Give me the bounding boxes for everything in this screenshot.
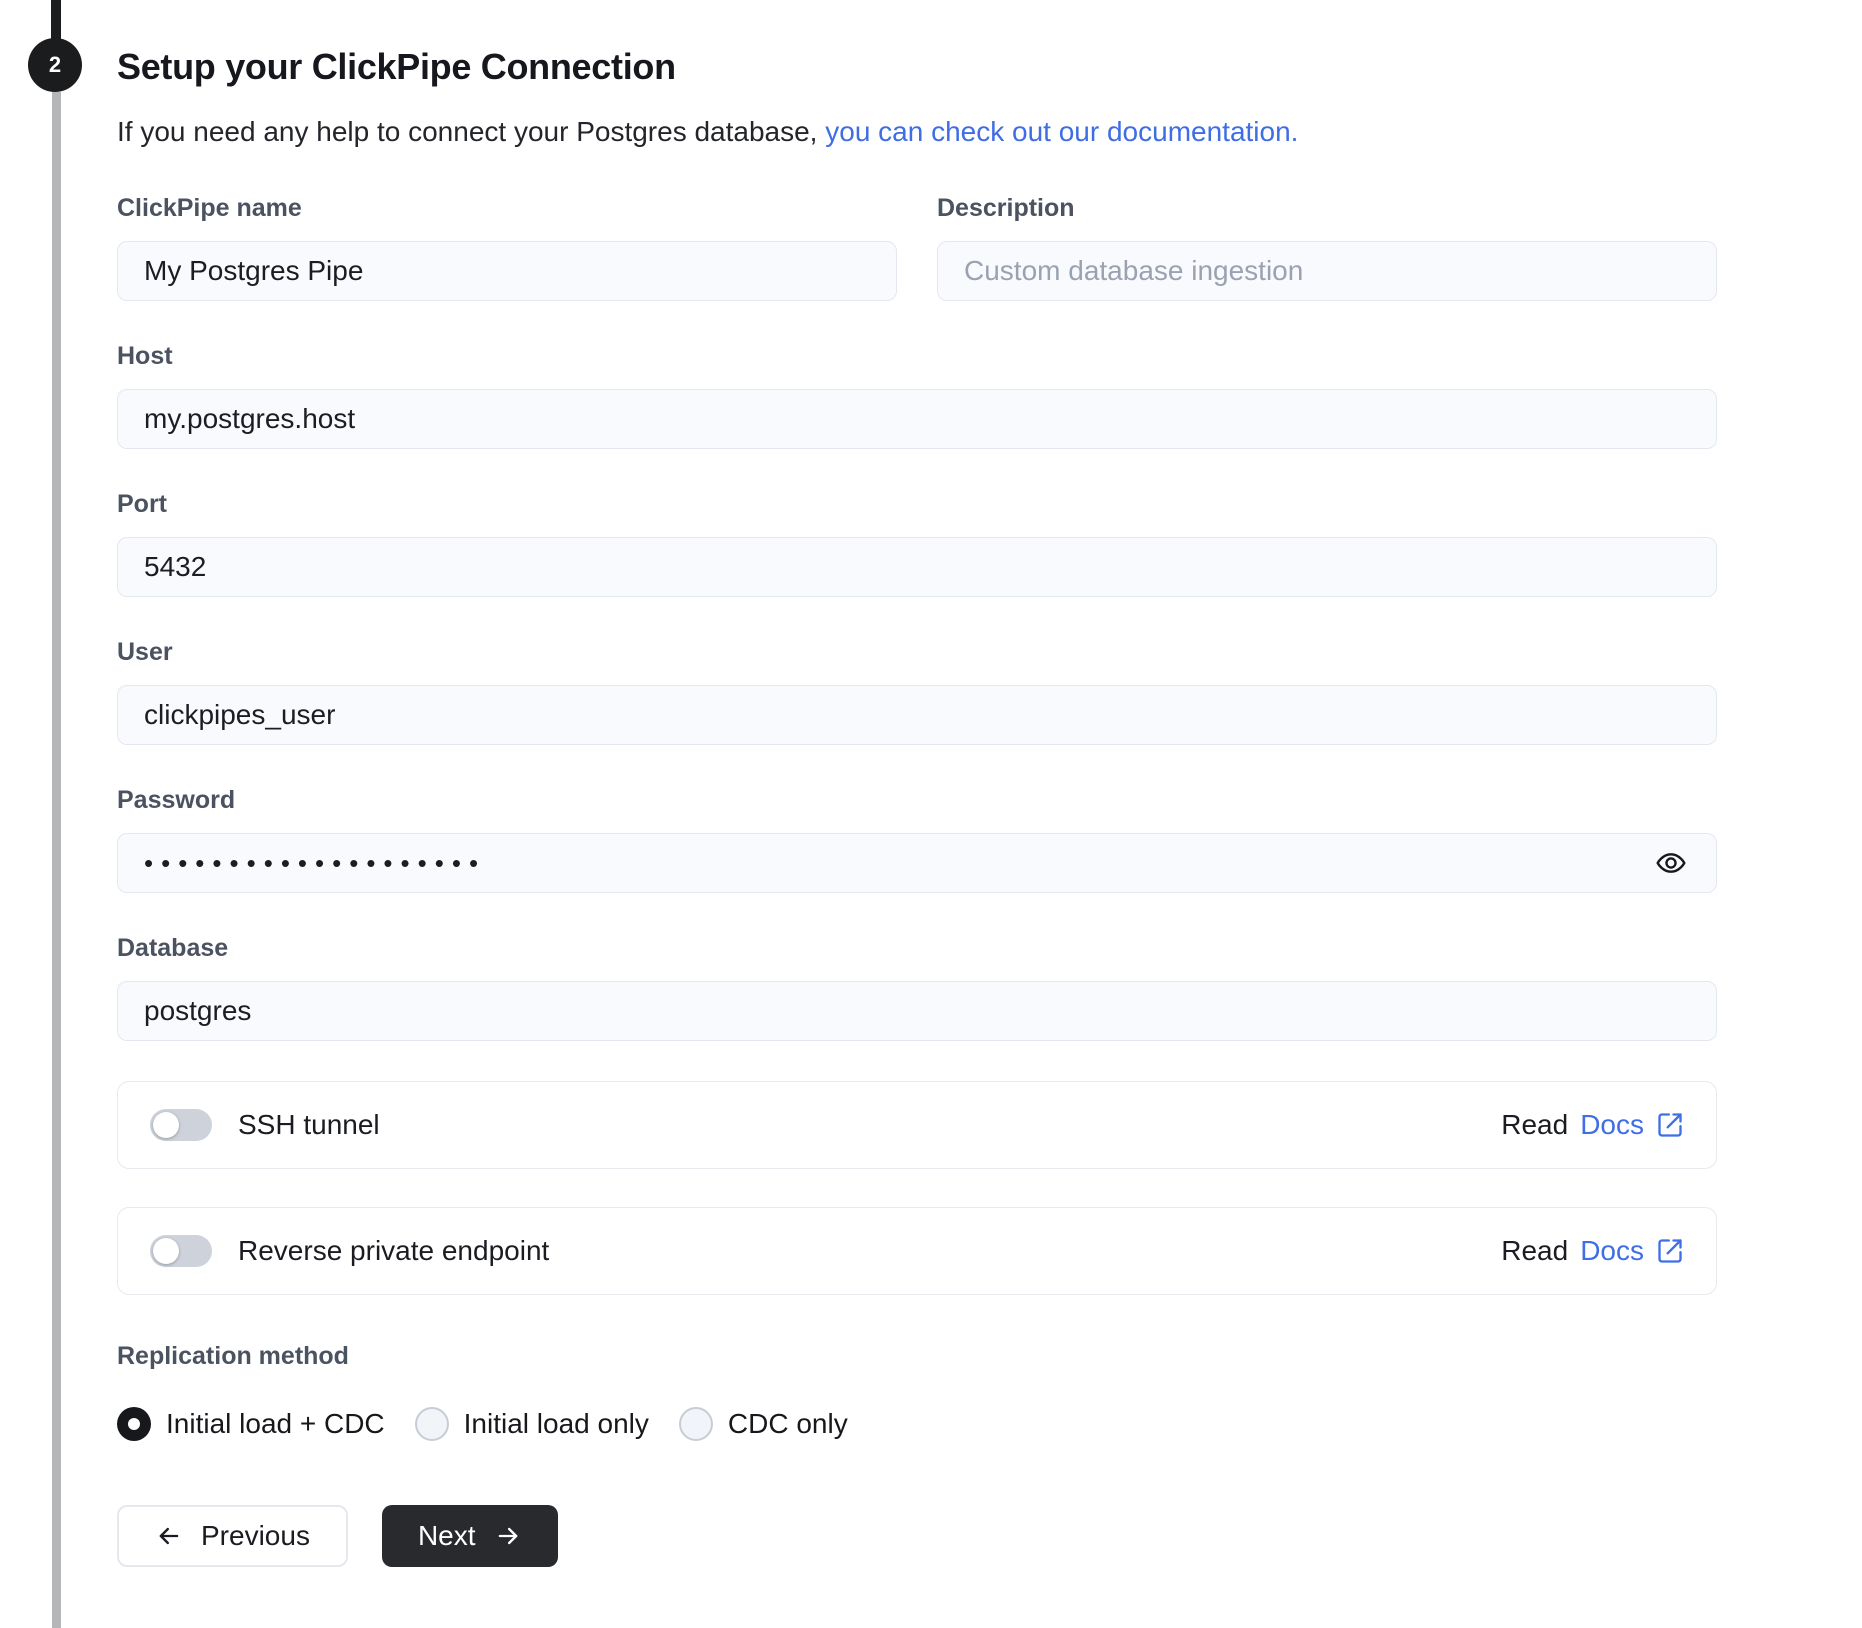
replication-method-options: Initial load + CDC Initial load only CDC… [117, 1407, 1717, 1441]
rpe-docs-link[interactable]: Docs [1580, 1235, 1644, 1267]
ssh-tunnel-row: SSH tunnel Read Docs [117, 1081, 1717, 1169]
password-group: Password [117, 785, 1717, 893]
step-2-badge: 2 [28, 38, 82, 92]
form-actions: Previous Next [117, 1505, 1717, 1567]
database-group: Database [117, 933, 1717, 1041]
toggle-knob [153, 1238, 179, 1264]
documentation-link[interactable]: you can check out our documentation. [825, 116, 1298, 147]
database-label: Database [117, 934, 229, 962]
arrow-left-icon [159, 1527, 179, 1545]
password-input[interactable] [117, 833, 1717, 893]
radio-label: CDC only [727, 1408, 848, 1439]
stepper-line-bottom [52, 92, 61, 1628]
host-group: Host [117, 341, 1717, 449]
radio-initial-load-cdc[interactable]: Initial load + CDC [117, 1407, 385, 1441]
toggle-knob [153, 1112, 179, 1138]
ssh-read-text: Read [1501, 1109, 1569, 1140]
password-label: Password [117, 786, 236, 814]
user-group: User [117, 637, 1717, 745]
show-password-button[interactable] [1649, 841, 1693, 885]
radio-label: Initial load only [463, 1408, 649, 1439]
host-input[interactable] [117, 389, 1717, 449]
ssh-docs-link[interactable]: Docs [1580, 1109, 1644, 1141]
next-button[interactable]: Next [381, 1505, 558, 1567]
external-link-icon[interactable] [1656, 1237, 1684, 1265]
user-input[interactable] [117, 685, 1717, 745]
reverse-private-endpoint-label: Reverse private endpoint [238, 1235, 550, 1266]
previous-button-label: Previous [201, 1520, 310, 1551]
clickpipe-connection-panel: Setup your ClickPipe Connection If you n… [117, 45, 1717, 1567]
external-link-icon[interactable] [1656, 1111, 1684, 1139]
ssh-tunnel-toggle[interactable] [150, 1109, 212, 1141]
port-label: Port [117, 490, 167, 518]
host-label: Host [117, 342, 173, 370]
clickpipe-name-input[interactable] [117, 241, 897, 301]
rpe-read-text: Read [1501, 1235, 1569, 1266]
port-input[interactable] [117, 537, 1717, 597]
previous-button[interactable]: Previous [117, 1505, 348, 1567]
arrow-right-icon [498, 1527, 517, 1545]
description-input[interactable] [937, 241, 1717, 301]
user-label: User [117, 638, 173, 666]
page-title: Setup your ClickPipe Connection [117, 46, 676, 87]
ssh-tunnel-label: SSH tunnel [238, 1109, 380, 1140]
clickpipe-name-group: ClickPipe name [117, 193, 897, 301]
radio-selected-icon[interactable] [117, 1407, 151, 1441]
next-button-label: Next [417, 1520, 476, 1551]
reverse-private-endpoint-row: Reverse private endpoint Read Docs [117, 1207, 1717, 1295]
port-group: Port [117, 489, 1717, 597]
help-text-plain: If you need any help to connect your Pos… [117, 116, 826, 147]
radio-initial-load-only[interactable]: Initial load only [414, 1407, 649, 1441]
radio-label: Initial load + CDC [166, 1408, 385, 1439]
replication-method-label: Replication method [117, 1342, 349, 1370]
description-group: Description [937, 193, 1717, 301]
eye-icon [1656, 853, 1686, 873]
reverse-private-endpoint-toggle[interactable] [150, 1235, 212, 1267]
stepper-line-top [51, 0, 61, 40]
radio-cdc-only[interactable]: CDC only [678, 1407, 848, 1441]
connection-form: ClickPipe name Description Host Port Use… [117, 193, 1717, 1567]
clickpipe-name-label: ClickPipe name [117, 194, 302, 222]
help-text: If you need any help to connect your Pos… [117, 113, 1717, 151]
radio-unselected-icon[interactable] [414, 1407, 449, 1441]
radio-unselected-icon[interactable] [678, 1407, 713, 1441]
step-number: 2 [48, 52, 62, 77]
database-input[interactable] [117, 981, 1717, 1041]
description-label: Description [937, 194, 1075, 222]
